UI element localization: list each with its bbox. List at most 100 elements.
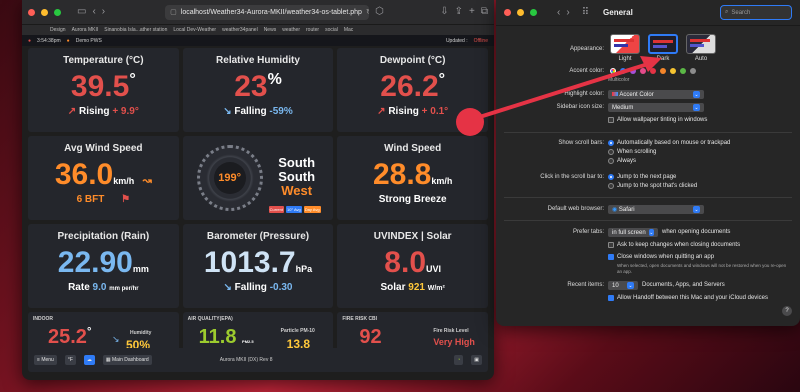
gauge-icon[interactable]: ◔ (454, 355, 464, 365)
zoom-button[interactable] (530, 9, 537, 16)
accent-blue-swatch[interactable] (620, 68, 626, 74)
trend-up-icon: ↗ (377, 106, 386, 117)
back-icon[interactable]: ‹ (92, 7, 95, 17)
tabs-overview-icon[interactable]: ⧉ (481, 7, 488, 17)
appearance-auto-thumb[interactable] (686, 34, 716, 54)
dewpoint-unit: ° (438, 71, 446, 88)
safari-toolbar: ▭ ‹ › ▢ localhost/Weather34-Aurora-MKII/… (22, 0, 494, 24)
close-windows-checkbox[interactable]: Close windows when quitting an app (608, 254, 714, 260)
bookmark-item[interactable]: Local Dev-Weather (173, 27, 216, 33)
accent-yellow-swatch[interactable] (670, 68, 676, 74)
rain-tile[interactable]: Precipitation (Rain) 22.90mm Rate 9.0 mm… (28, 224, 179, 308)
avg-wind-value: 36.0km/h ↝ (28, 160, 179, 190)
weather-status-bar: ● 3:54:38pm ● Demo PWS Updated : Offline (22, 35, 494, 46)
sidebar-icon[interactable]: ▭ (77, 7, 86, 17)
prefer-tabs-label: Prefer tabs: (572, 229, 604, 235)
jump-to-spot-radio[interactable]: Jump to the spot that's clicked (608, 183, 697, 189)
reload-icon[interactable]: ↻ (366, 8, 369, 16)
zoom-button[interactable] (54, 8, 61, 16)
bookmark-item[interactable]: social (325, 27, 338, 33)
back-icon[interactable]: ‹ (557, 7, 560, 18)
bookmark-item[interactable]: Mac (344, 27, 353, 33)
tile-title: Dewpoint (°C) (379, 55, 446, 66)
show-all-grid-icon[interactable]: ⠿ (582, 7, 589, 18)
address-bar[interactable]: ▢ localhost/Weather34-Aurora-MKII/weathe… (165, 4, 370, 20)
dewpoint-value: 26.2° (337, 72, 488, 102)
rate-value: 9.0 (92, 282, 107, 293)
rain-unit: mm (132, 264, 149, 274)
close-button[interactable] (504, 9, 511, 16)
browser-value: ◉ Safari (612, 206, 635, 213)
uv-solar-tile[interactable]: UVINDEX | Solar 8.0UVI Solar 921 W/m² (337, 224, 488, 308)
bookmark-item[interactable]: Sinanobia Isla...ather station (104, 27, 167, 33)
station-name: Demo PWS (75, 37, 102, 44)
sidebar-size-value: Medium (612, 104, 634, 111)
minimize-button[interactable] (517, 9, 524, 16)
clock-text: 3:54:38pm (37, 37, 61, 44)
bookmark-item[interactable]: News (264, 27, 277, 33)
close-button[interactable] (28, 8, 35, 16)
bookmark-item[interactable]: Aurora MKII (72, 27, 99, 33)
bookmark-item[interactable]: router (306, 27, 319, 33)
forward-icon[interactable]: › (102, 7, 105, 17)
tile-title: Avg Wind Speed (64, 143, 143, 154)
scrollbars-label: Show scroll bars: (558, 140, 604, 146)
accent-pink-swatch[interactable] (640, 68, 646, 74)
handoff-checkbox[interactable]: Allow Handoff between this Mac and your … (608, 295, 768, 301)
scrollbars-always-radio[interactable]: Always (608, 158, 636, 164)
bookmark-item[interactable]: weather34panel (222, 27, 258, 33)
recent-items-popup[interactable]: 10 ⌄ (608, 281, 638, 290)
dewpoint-tile[interactable]: Dewpoint (°C) 26.2° ↗ Rising + 0.1° (337, 48, 488, 132)
download-icon[interactable]: ⇩ (440, 7, 448, 17)
privacy-icon[interactable]: ⬡ (375, 7, 384, 17)
wind-speed-tile[interactable]: Wind Speed 28.8km/h Strong Breeze (337, 136, 488, 220)
avg-wind-tile[interactable]: Avg Wind Speed 36.0km/h ↝ 6 BFT ⚑ (28, 136, 179, 220)
dashboard-button[interactable]: ▦ Main Dashboard (102, 355, 152, 365)
air-value: 11.8 PM2.5 (199, 326, 254, 349)
weather-footer: ≡ Menu °F ☁ ▦ Main Dashboard Aurora MKII… (28, 348, 488, 372)
appearance-dark-thumb[interactable] (648, 34, 678, 54)
radio-label: Always (617, 158, 637, 164)
trend-delta: -59% (269, 106, 293, 117)
accent-green-swatch[interactable] (680, 68, 686, 74)
rain-rate: Rate 9.0 mm per/hr (28, 282, 179, 293)
barometer-tile[interactable]: Barometer (Pressure) 1013.7hPa ↘ Falling… (182, 224, 334, 308)
forward-icon[interactable]: › (566, 7, 569, 18)
scrollbars-auto-radio[interactable]: Automatically based on mouse or trackpad (608, 140, 730, 146)
direction-text: South South West (269, 156, 325, 198)
bookmark-item[interactable]: Design (50, 27, 66, 33)
accent-multicolor-swatch[interactable] (610, 68, 616, 74)
menu-button[interactable]: ≡ Menu (34, 355, 57, 365)
temperature-trend: ↗ Rising + 9.9° (28, 106, 179, 117)
prefer-tabs-popup[interactable]: in full screen ⌄ (608, 228, 658, 237)
accent-purple-swatch[interactable] (630, 68, 636, 74)
sidebar-size-popup[interactable]: Medium ⌄ (608, 103, 704, 112)
appearance-light-thumb[interactable] (610, 34, 640, 54)
jump-next-page-radio[interactable]: Jump to the next page (608, 174, 676, 180)
ask-keep-changes-checkbox[interactable]: Ask to keep changes when closing documen… (608, 242, 740, 248)
accent-orange-swatch[interactable] (660, 68, 666, 74)
help-button[interactable]: ? (782, 306, 792, 316)
cloud-icon[interactable]: ☁ (83, 355, 95, 365)
units-button[interactable]: °F (64, 355, 76, 365)
temperature-tile[interactable]: Temperature (°C) 39.5° ↗ Rising + 9.9° (28, 48, 179, 132)
checkbox-box (608, 242, 614, 248)
share-icon[interactable]: ⇪ (455, 7, 463, 17)
radio-label: Jump to the spot that's clicked (617, 183, 698, 189)
scrollbars-scrolling-radio[interactable]: When scrolling (608, 149, 656, 155)
bookmark-item[interactable]: weather (282, 27, 300, 33)
chevron-down-icon: ⌄ (693, 206, 700, 213)
search-field[interactable]: ⌕ Search (720, 5, 792, 20)
safari-compass-icon: ◉ (612, 207, 618, 213)
default-browser-popup[interactable]: ◉ Safari ⌄ (608, 205, 704, 214)
wind-direction-tile[interactable]: 199° South South West Current 10° Avg Da… (182, 136, 334, 220)
calendar-icon[interactable]: ▣ (471, 355, 482, 365)
highlight-popup[interactable]: Accent Color ⌄ (608, 90, 704, 99)
wallpaper-tint-checkbox[interactable]: Allow wallpaper tinting in windows (608, 117, 707, 123)
humidity-tile[interactable]: Relative Humidity 23% ↘ Falling -59% (182, 48, 334, 132)
accent-graphite-swatch[interactable] (690, 68, 696, 74)
new-tab-icon[interactable]: + (469, 7, 475, 17)
minimize-button[interactable] (41, 8, 48, 16)
accent-red-swatch[interactable] (650, 68, 656, 74)
beaufort-scale: 6 BFT ⚑ (28, 194, 179, 205)
